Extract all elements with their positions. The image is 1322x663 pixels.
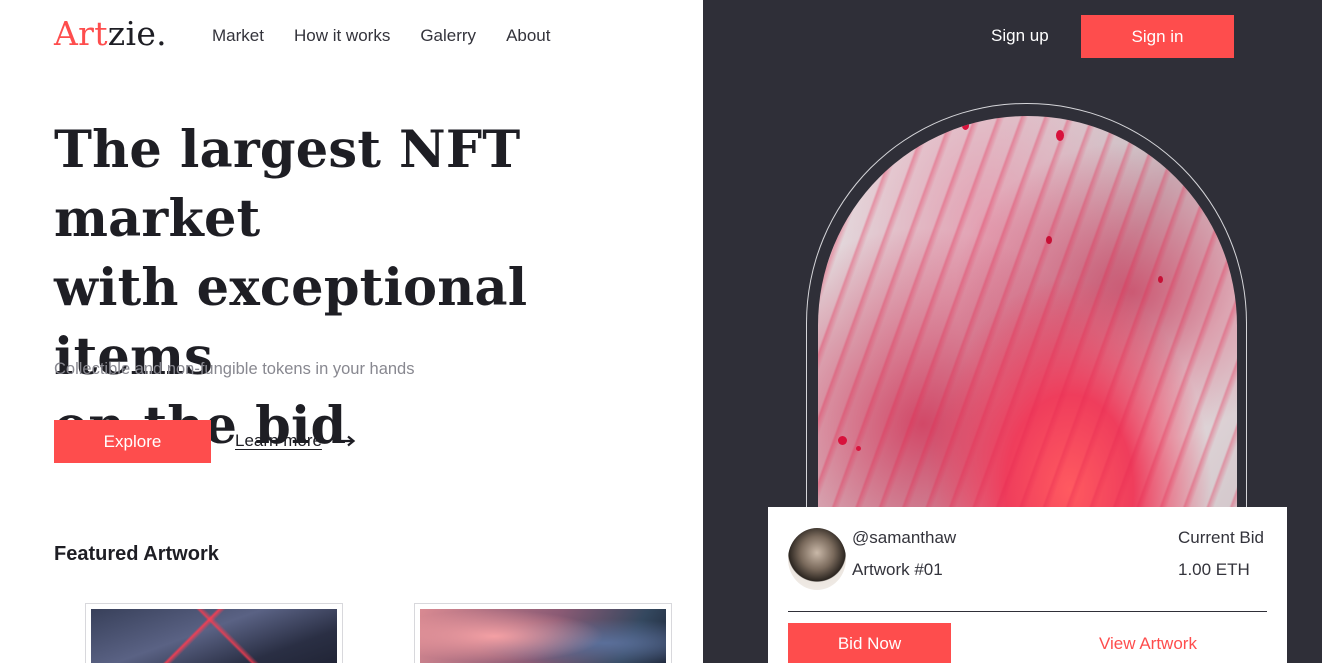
sign-in-button[interactable]: Sign in xyxy=(1081,15,1234,58)
featured-artwork-card[interactable] xyxy=(414,603,672,663)
brand-logo[interactable]: Artzie. xyxy=(54,14,167,53)
creator-username[interactable]: @samanthaw xyxy=(852,528,956,548)
paint-drop xyxy=(838,436,847,445)
current-bid-label: Current Bid xyxy=(1178,528,1264,547)
artwork-name: Artwork #01 xyxy=(852,560,943,579)
paint-drop xyxy=(856,446,861,451)
paint-drop xyxy=(1056,130,1064,141)
artwork-thumbnail xyxy=(420,609,666,663)
nav-item-market[interactable]: Market xyxy=(212,26,264,46)
logo-rest-text: zie. xyxy=(107,14,167,53)
bid-card-divider xyxy=(788,611,1267,612)
paint-drop xyxy=(1046,236,1052,244)
explore-button[interactable]: Explore xyxy=(54,420,211,463)
logo-accent-text: Art xyxy=(54,14,108,53)
featured-nft-image[interactable] xyxy=(818,116,1237,556)
featured-artwork-card[interactable] xyxy=(85,603,343,663)
bid-now-button[interactable]: Bid Now xyxy=(788,623,951,663)
learn-more-link[interactable]: Learn more xyxy=(235,431,356,451)
featured-artwork-heading: Featured Artwork xyxy=(54,543,219,565)
arrow-right-icon xyxy=(332,435,356,447)
artwork-thumbnail xyxy=(91,609,337,663)
nav-item-gallery[interactable]: Galerry xyxy=(420,26,476,46)
paint-drop xyxy=(1158,276,1163,283)
creator-avatar[interactable] xyxy=(788,528,846,590)
nav-item-about[interactable]: About xyxy=(506,26,550,46)
paint-drop xyxy=(962,121,969,130)
hero-title: The largest NFT market with exceptional … xyxy=(54,116,694,461)
main-nav: Market How it works Galerry About xyxy=(212,26,551,46)
learn-more-label: Learn more xyxy=(235,431,322,450)
current-bid-value: 1.00 ETH xyxy=(1178,560,1250,579)
sign-up-link[interactable]: Sign up xyxy=(991,26,1049,46)
hero-title-line: The largest NFT market xyxy=(54,120,521,249)
hero-subtitle: Collectible and non-fungible tokens in y… xyxy=(54,360,415,378)
nav-item-how-it-works[interactable]: How it works xyxy=(294,26,390,46)
view-artwork-link[interactable]: View Artwork xyxy=(1099,634,1197,654)
